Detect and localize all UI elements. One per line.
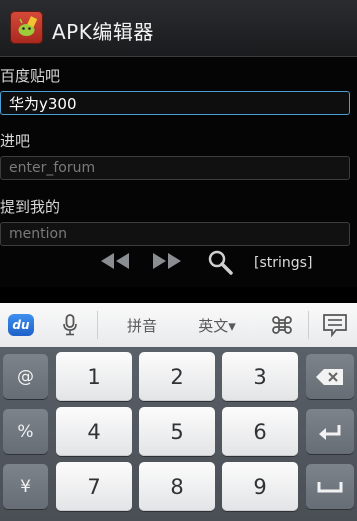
key-yen[interactable]: ¥: [3, 464, 48, 509]
space-icon: [317, 481, 343, 492]
keyboard-keys: @ 1 2 3 % 4 5 6 ¥ 7 8 9: [0, 347, 357, 521]
rewind-icon[interactable]: [98, 250, 132, 276]
key-percent[interactable]: %: [3, 409, 48, 454]
key-5[interactable]: 5: [139, 407, 215, 456]
keyboard-toolbar: du 拼音 英文▾: [0, 303, 357, 348]
toolbar-divider: [308, 311, 309, 339]
enter-icon: [319, 424, 341, 440]
field-input-baidu-tieba[interactable]: [0, 91, 350, 115]
du-logo-icon: du: [8, 314, 34, 336]
field-input-enter-forum[interactable]: [0, 156, 350, 180]
key-at[interactable]: @: [3, 354, 48, 399]
field-label-enter-forum: 进吧: [0, 132, 31, 150]
fast-forward-icon[interactable]: [150, 250, 184, 276]
key-3[interactable]: 3: [222, 352, 298, 401]
field-label-baidu-tieba: 百度贴吧: [0, 67, 61, 85]
toolbar-divider: [97, 311, 98, 339]
command-icon[interactable]: [262, 303, 302, 347]
backspace-key[interactable]: [306, 354, 354, 399]
key-9[interactable]: 9: [222, 462, 298, 511]
english-mode-button[interactable]: 英文▾: [186, 303, 248, 347]
key-6[interactable]: 6: [222, 407, 298, 456]
soft-keyboard: du 拼音 英文▾ @ 1 2 3 % 4 5 6 ¥ 7 8 9: [0, 303, 357, 521]
key-1[interactable]: 1: [56, 352, 132, 401]
key-2[interactable]: 2: [139, 352, 215, 401]
key-4[interactable]: 4: [56, 407, 132, 456]
key-8[interactable]: 8: [139, 462, 215, 511]
app-title: APK编辑器: [52, 20, 154, 44]
baidu-input-logo[interactable]: du: [4, 303, 38, 347]
apk-editor-app-icon: [10, 11, 43, 44]
space-key[interactable]: [306, 464, 354, 509]
pinyin-label: 拼音: [126, 316, 157, 335]
english-label: 英文▾: [198, 316, 236, 335]
field-label-mention: 提到我的: [0, 198, 61, 216]
backspace-icon: [316, 368, 343, 385]
title-bar: APK编辑器: [0, 0, 357, 57]
pinyin-mode-button[interactable]: 拼音: [112, 303, 172, 347]
microphone-icon[interactable]: [52, 303, 88, 347]
field-input-mention[interactable]: [0, 222, 350, 246]
enter-key[interactable]: [306, 409, 354, 454]
search-icon[interactable]: [206, 248, 236, 282]
key-7[interactable]: 7: [56, 462, 132, 511]
menu-icon[interactable]: [316, 303, 354, 347]
strings-button[interactable]: [strings]: [254, 255, 312, 271]
